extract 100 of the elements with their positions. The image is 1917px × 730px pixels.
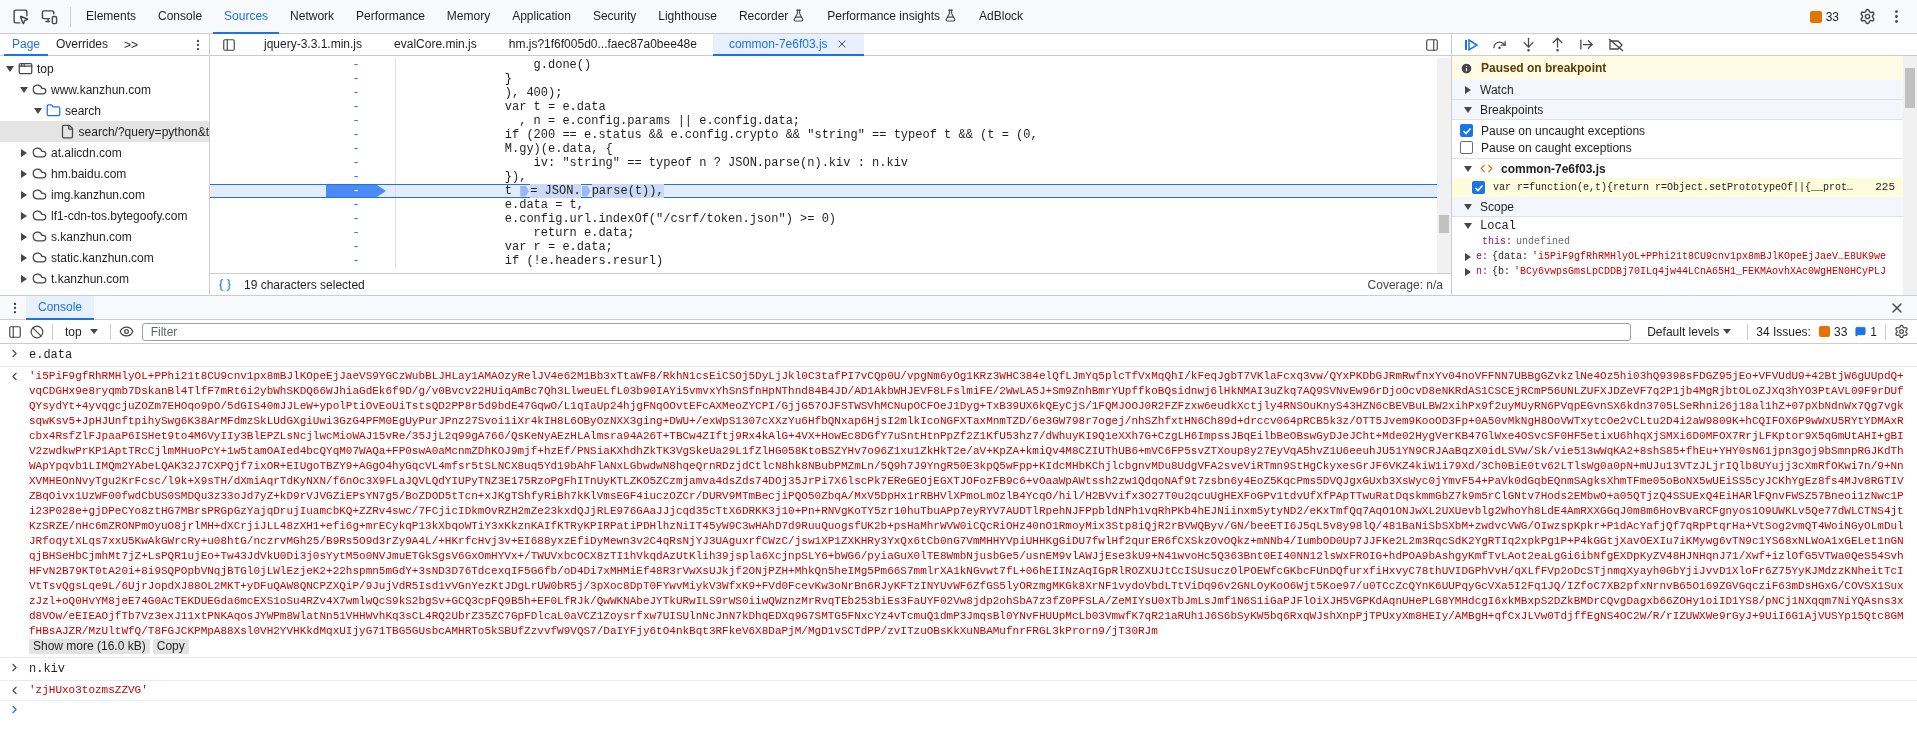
disclosure-triangle-icon[interactable] bbox=[6, 64, 14, 73]
clear-icon[interactable] bbox=[30, 324, 44, 339]
sidebar-toggle-icon[interactable] bbox=[1425, 37, 1439, 52]
tree-item[interactable]: lf1-cdn-tos.bytegoofy.com bbox=[0, 205, 209, 226]
info-count[interactable]: 1 bbox=[1855, 322, 1877, 341]
disclosure-triangle-icon[interactable] bbox=[20, 169, 28, 178]
section-header[interactable]: Watch bbox=[1452, 80, 1903, 100]
log-levels-dropdown[interactable]: Default levels bbox=[1639, 322, 1740, 341]
issues-badge[interactable]: 33 bbox=[1809, 7, 1839, 26]
tree-item[interactable]: top bbox=[0, 58, 209, 79]
panel-tab[interactable]: Security bbox=[581, 0, 648, 34]
line-marker: - bbox=[351, 254, 361, 268]
more-tabs-button[interactable]: >> bbox=[116, 35, 147, 54]
disclosure-triangle-icon[interactable] bbox=[20, 211, 28, 220]
step-icon[interactable] bbox=[1579, 37, 1594, 52]
tree-item[interactable]: search bbox=[0, 100, 209, 121]
disclosure-triangle-icon[interactable] bbox=[20, 232, 28, 241]
scrollbar[interactable] bbox=[1437, 58, 1451, 273]
warning-count[interactable]: 33 bbox=[1818, 322, 1848, 341]
tree-item[interactable]: t.kanzhun.com bbox=[0, 268, 209, 289]
tree-item[interactable]: search/?query=python&t bbox=[0, 121, 209, 142]
file-tab[interactable]: jquery-3.3.1.min.js bbox=[248, 33, 379, 56]
line-marker: - bbox=[351, 142, 361, 156]
step-into-icon[interactable] bbox=[1521, 37, 1536, 52]
code-line: e.config.url.indexOf("/csrf/token.json") >= 0) bbox=[503, 212, 837, 226]
line-marker: - bbox=[351, 170, 361, 184]
tree-item[interactable]: img.kanzhun.com bbox=[0, 184, 209, 205]
section-header[interactable]: Scope bbox=[1452, 197, 1903, 217]
sidebar-toggle-icon[interactable] bbox=[222, 37, 236, 52]
resume-icon[interactable] bbox=[1464, 37, 1478, 52]
panel-tab[interactable]: Performance bbox=[345, 0, 436, 34]
settings-icon[interactable] bbox=[1894, 324, 1909, 339]
tree-item[interactable]: at.alicdn.com bbox=[0, 142, 209, 163]
disclosure-triangle-icon[interactable] bbox=[34, 106, 42, 115]
tree-item[interactable]: www.kanzhun.com bbox=[0, 79, 209, 100]
navigator-tab[interactable]: Overrides bbox=[48, 34, 117, 56]
folder-icon bbox=[46, 103, 61, 118]
tree-item[interactable]: s.kanzhun.com bbox=[0, 226, 209, 247]
disclosure-triangle-icon[interactable] bbox=[20, 253, 28, 262]
pretty-print-icon[interactable] bbox=[218, 277, 232, 292]
disclosure-triangle-icon[interactable] bbox=[1464, 202, 1472, 211]
paused-banner: Paused on breakpoint bbox=[1452, 56, 1903, 80]
tree-item[interactable]: static.kanzhun.com bbox=[0, 247, 209, 268]
show-more-button[interactable]: Show more (16.0 kB) bbox=[29, 639, 150, 654]
tree-item[interactable]: hm.baidu.com bbox=[0, 163, 209, 184]
context-selector[interactable]: top bbox=[61, 322, 102, 341]
line-marker: - bbox=[351, 226, 361, 240]
breakpoint-code[interactable]: var r=function(e,t){return r=Object.setPrototypeOf||{__prot… bbox=[1493, 180, 1854, 195]
filter-field[interactable]: Filter bbox=[141, 322, 1632, 341]
panel-tab[interactable]: Console bbox=[147, 0, 214, 34]
option-label[interactable]: Pause on caught exceptions bbox=[1481, 138, 1632, 157]
file-tab[interactable]: evalCore.min.js bbox=[378, 33, 493, 56]
line-number: 225 bbox=[1875, 180, 1895, 196]
panel-tab[interactable]: Performance insights bbox=[816, 0, 969, 34]
panel-tab[interactable]: Elements bbox=[75, 0, 148, 34]
inspect-icon[interactable] bbox=[12, 8, 29, 25]
drawer-tab[interactable]: Console bbox=[26, 295, 95, 320]
checkbox[interactable] bbox=[1460, 141, 1473, 154]
file-icon bbox=[59, 124, 75, 139]
deactivate-breakpoints-icon[interactable] bbox=[1608, 37, 1624, 52]
checkbox[interactable] bbox=[1472, 181, 1485, 194]
disclosure-triangle-icon[interactable] bbox=[1464, 85, 1472, 94]
scope-group[interactable]: Local bbox=[1452, 217, 1903, 234]
panel-tab[interactable]: AdBlock bbox=[968, 0, 1035, 34]
disclosure-triangle-icon[interactable] bbox=[20, 85, 28, 94]
code-line: }), bbox=[503, 170, 527, 184]
live-expression-icon[interactable] bbox=[118, 324, 134, 339]
code-line: , n = e.config.params || e.config.data; bbox=[518, 114, 801, 128]
panel-tab[interactable]: Lighthouse bbox=[647, 0, 728, 34]
selection-status: 19 characters selected bbox=[244, 276, 365, 294]
breakpoint-file[interactable]: common-7e6f03.js bbox=[1452, 159, 1903, 178]
sidebar-toggle-icon[interactable] bbox=[8, 324, 22, 339]
line-marker: - bbox=[351, 100, 361, 114]
disclosure-triangle-icon[interactable] bbox=[20, 274, 28, 283]
panel-tab[interactable]: Application bbox=[501, 0, 582, 34]
navigator-tab[interactable]: Page bbox=[4, 34, 49, 56]
file-tab[interactable]: hm.js?1f6f005d0...faec87a0bee48e bbox=[492, 33, 713, 56]
panel-tab[interactable]: Memory bbox=[435, 0, 502, 34]
checkbox[interactable] bbox=[1460, 124, 1473, 137]
file-tab[interactable]: common-7e6f03.js bbox=[712, 33, 864, 56]
cloud-icon bbox=[32, 250, 47, 265]
disclosure-triangle-icon[interactable] bbox=[20, 190, 28, 199]
panel-tab[interactable]: Network bbox=[279, 0, 346, 34]
scrollbar[interactable] bbox=[1903, 56, 1917, 295]
result-text: 'i5PiF9gfRhRMHlyOL+PPhi21t8CU9cnv1px8mBJlKOpeEjJaeVS9YGCzWubBLJHLay1AMAOzyRelJV4e62M1Bb3xTtaWF8/RkhN1csEiCSOj5DyLjJkl0C3tafPI7vCQp0U/vpgNm6yOg1KRz3WHC384elQfLJmYq5plcTfVxMqQhI/kFeqJgbT7VKlaFcxq3vw/QYxPKDbGJRmRwfnxYv04noVFFNN7UBBgGZvkzlNe4Oz5hi03hQ9398sFDGZ95jEo+VFVUdU9+42BtjW6gUUpdQ+vqCDGHx9e8ryqmb7DskanBl4TlfF7mRt6i2ybWhSKDQ66WJhiaGdEk6f9D/g/v0Bvcv22HUiqAmBc7Qh3LlweuELfL03b90IAYi5vmvxYhSnSfnHpNThnd84B4JD/AD1AkbWHJEVF8LFslmiFE/2WwLA5J+Sm9ZnhBmrYUpffkoBQsidnwj6lHkNMAI3uZkq7AQ9SVNvEw96rDjoOcvD8eNKRdAS1CSCEjRCmP56UNLZUFXJDZeVF7q2P1jb4MgRjbtOLoZJXq3hYO3PtAVL09F9rDUfQYsydYt+4yvqgcjuZOZm7EHOqo9pO/5dGIS40mJJLeW+ypolPtiOvEoUiTstsQD2PP8r5d9bdE47GqwO/L1qIaUp24hjgFNqOOvtEFcAXMeoZYCPI/GjjG57OJFSTWSVhMCNupOCFOeJ1Dyg+TxB39UX6kQEyCjS/1FQMJOOJ0R2FZFzxw6eudkXctjly4RNSOuKnyS43HZN6cBEVBuLBW2xihPx9f2uyMUyRN6PVqpEGvnSX6kdn3705LSeRhni26j18al1hZ+07pXbNdnWx7Qg7vgksqwKsv5+JpHJUnftpihySwg6K38ArMFdmzSkLUdGXgiUwi3GzG4PFM0EgUyPurJPnz27Svoi1iXr4kIH8L6OByOzNXX3ging+DWU+/exWpS1307cXXzYu6HfbQNxap6HjsI2mlkIcoNGFXTaxMnmTZD/6e3GW798r7ogej/nhSZhfxtHN6Ch89d+drccv064pRCB5k3z/OTT5Jvem9KooOD3Fp+0A50vMkNgH8OoVWTxytcOe2vCLtu2D4i2aW9809K+hCQIFOX6P9wWxU5RYtYDMAxRcbx4RsfZlFJpaaP6ISHet9to4M6VyIIy3BlEPZLsNcjlwcMioWAJ15vRe/35JjL2q99gA766/QsKeNyAEzHLAlmsra94A26T+TBCw4ZIftj9Rx4kAlG+4VX+HowEc8DGfY7uSntHtnPpZf2Z1KfU53hz7/dWhuyKI9Q1eXXh7G+CzgLH6ImpssJBqEilbBeOBswGyDJeJCht+Mde02HygVerKB47GlWxe4OSvcSF0HF5etixU6hhqXjSMXi6D0MFOX7RrjLFKptor9X5qGmUtAHI+gBIV2zwdkwPrKP1AptTRcCjlmMHuoPcY+1w5tamOAIed4bcQYqM07WAQa+FP0swA0aMcnmZDhKOJ9mjf+hzEf/PNSiaKXhdhZkTK3VgSkeUa29L1fZlHG058KtoBSZYHv7o96Z1xu1ZkHkT2e/aV+KpZA+kmiQv4M8CZIUThUB6+mVC6FP5svZTXoup8y27EyVqA5hvZ1U6eeuhJU51YN9CRJAaBqzX0idLSVw/Sk/vie513wWqKA2+8shS85+fhEu+YHY0sN61jpn3goj9bSmnpRGJKdThWApYpqvb1LIMQm2YAbeLQAK32J7CXPQjf7ixOR+EIUgoTBZY9+AGgO4hyGqcVL4mfsr5tSLNCX8uq5Yd19bAhFlANxLGbwdwN8hqeQrnRDzjdCtlcN8hk8NBubPMZmLn/5Q9h7J9YngR50E3kpQ5wFpp+KIdcMHbKChjlcbgnvMDu8UdgVFA2sveViRTmn9StHgCkyxesGrJF6VKZ4kiW1i79Xd/3Ch0BiE0tv62LTlsWg0a0pN+mUJu13VTzJLjrIQlb8UYujj3cXmRfOKwi7n/9+NnXVMHEOnNvyTgu2KrFcsc/l9k+X9sTH/dXmiAqrTdKyNXN/f6nOc3X9FLaJQVLQdYIUPyTNZ3E175RzoPgFhITnUyKTLZKO5ZCzmjamva4dsZds74DOj35JrPi7X6lscPk7EReGEOjEGXTJOFozFB9c6+vOaaWpAWtssh2zw1QdqoNAf9t7zsbn6y4EoZ5KqcPms5DVQJgxGUxb3XsWyc0jYmvF54+PaVk0dGqbEQnmSAgksXhmTFme05oBoNX5wUEiSS5cyJCKhYgEz8fs4MJv8RGTIVZBqOivx1UzWF00fwdCbUS0SMDQu3z33oJd7yZ+kD9rVJVGZiEPsYN7g5/BoZDOD5tTcn+xJKgTShfyRiBh7kKlVmsEGF4iuczOZCr/DURV9MTmBecjiPQO50ZbqA/MxV5DpHx1rRBHVlXPmoLmOzlB4YcqO/hil/H2BVvifx3O27T0u2qcuUgHEXFoGPv1tdvUfXfPApTTwuRatDqskmmGbZ7k9m5rClGNtv7Hods2EMbwO+a05QTjzQ4SSUExQ4EiHARlFQnvFWSZ57Bneoi1zNwc1Pi23P028e+gjDPeCYo8ztHG7MBrsPRGpGzYajqDrujIuamcbKQ+ZZRv4swc/7FCjicIDkmOvRZH2mZe23kxdQJjRLE976GAaJJjcqd35cTtX6DRKK3j10+Pn+RNVgKoTY5zr10huTbuAPp7eyRYV7AUDTlRpehNJFPpbldNPh1vqRhPKb4hEJNiinxm5ytyND2/eKxTmfQq7AqO1ONJwXL2UXUevblg2WhoYh8LdE4AmRXXGGqJ0m8m6HovBvaRCFgnyos1O9UWKLv5Qe77dWLCTNS4jtKzSRZE/nHc6mZRONPmOyuO8jrlMH+dXCrjiJLL48zXH1+efi6g+mrECykqP13kXbqoWTiY3xKkznKAIfKTRyKPIRPatiPDHlhzNiIT45yW9C3wHAhD7d9RuuQuogsfUK2b+psHaMhrWVW0iCQcRiOHz40nO1RmoyMix3Stp8iQjR2rBVWQByv/GN/beeETI6J5qL5v8y98lQ/481BaNiSbSXbM+zwdvcVWG/OIwzspKpkr+P1dAcYafjQf7qRpPtqrHa+VtSog2vmQT4WoiNGyOLmDulJRfoqytXLqs7xxU5KwAkGWrcRy+u08htG/nczrvMGh25/B9Rs5O9d3rZy9A4L/+HKrfcHvj3v+EI688yxzEfiDyMewn3v2C4qRsNjYJ3UAguxrfCWzC/jsw1XP1ZXKHRy3YxQx6tCb0nG7VmMHHYVpiUHHKgGiDU7fwlHf2qurER6fCXSkzOvOQkz+mNNb4/IumbOD0Up7JJFKe2L2m3RqcSdK2YgRTIq2xpkPg1P+P4kGGtjXavOEXIu7iKMywg6vTN9c1YS68xNLWoA1xGELet1nGNqjBHSeHbCjmhMt7jZ+LsPQR1ujEo+Tw43JdVkU0Di3j0sYytM5o0NVJmuETGkSgsV6GxOmHYVx+/TWUVxbcOCX8zTI1hVkqdAzUtKlih39jspla6XcjnpSLY6+bWG6/pyiaGuX0lTE8WmbNjusbGe5/usnEM9vlAWJjEse3kU9+N41wvoHc5Q363Bnt0EI40NN12lsWxFROIG+hdPOA9bAshgyKmfTvLAot2eaLgGi6ibNfgEXDpKyZV48HJNHqnJ71/Xwf+izlOfG5VTWa0QeS54SvhHFvN2B79KT0tA20i+8i9SQPOpbVNqjBTGl0jLWlEzjeK2+22hspmn5mGdY+3sND3D76TdcexqIF5G6fb/oD4Di7xMHMiEf48R3rVwXsUJkjf2ONjPZH+MhkQn5heIMg5Pm66S7mmlrXA1kNGvwt7fL+06hEIINzAqIGpRlROZXUJtCcISUsuczOlPOEWfcGKbcFUnDQfurxfiHxvyC78thUVIDGPhVvH/qXLfFVp2oDcSTjnmqXyayh0GbYjiJvvD1XloFr6Z75YyKJMdzzKNheitTcIVtTsvQgsLqe9L/6UjrJopdXJ88OL2MKT+yDFuQAW8QNCPZXQiP/9JujVdR5Isd1vVGnYezKtJDgLrUW0bR5j/3pXoc8DpT0FYwvMiykV3WfxK9+FVd0FcevKw3oNrBn6RJyKFTzINYUvWF6ZfGS5lyORzmgMKGk8XrNF1vydoVbdLTtViDq96v2GNLOyKoO6Wjt5Koe97/u0TCcZcQYnK6UUPqyGcVXa5I2Fq1JQ/IZfoC7XB2pfxNrnvB65O169ZGVGqcziF63mDsHGxG/COVSX1SuxzJzl+oQ0HvYM8jeE74G0AcTEKDUEGda6mcEXS1oSu4RZv4X7wmlwQcS9kS2bgSv+GCQ3cpFQ9B5h+EF0LfRJk/QwWKNAbeJYTkURwILS9rWS0iiwQWznzMrRvqTEb253biEs3FaUYF02Vw8jdp2ohSbA7z3fZ0PFSLA/ZeMIYsU0xTbJmLsJmf1N6S1iGaPJFlOiXJH5VGPKdAqnUHePLG8YMHdcgI6xkMBxpS2DZkBMDrCQvgDagxb66ZOHy1oiID1YS8/pNCj1NXqqm7NiYQAsns3xd8VOw/eEIEAOjfTb7Vz3exJ11xtPNKAqosJYWPm8WlatNn51VHHWvhKq3sCL4RQ2UbrZ35ZC7GpFDlcaL0aVCZ1Zoysrfxw7UISUlnNcJnN7kDhqEDXq9G7SMTG5FNxcYz4vTcmuQ1dmP3JmqsBl0YNvFHUUpMcLb03VmwfK7qR21aRUh1J6S6bSyKW5bq6RxqWJshXnpPjTPUxyXm8HEIy/AMBgH+qfCxJLVw0TdjffEgNS4OC2W/R/rIZUWXWe9rGyJ+9UiI6G1AjVUSYp15Qtc8GMfHBsAJZR/MzUltWfQ/T8FGJCKPMpA88Xsl0VH2YVHKkdMqxUIjyG71TBG5GUsbcAMHRTo5kSBUfZzvvfW9VQS7/DaIYFjy6tO4nkBqt3RFkeV6X8DaPjM/MgD1vSCTdPP/zvITzuOBsKkXuNBAMufnrFRGL3kProrn9/jT30RJm bbox=[29, 369, 1905, 639]
line-marker: - bbox=[351, 240, 361, 254]
device-toolbar-icon[interactable] bbox=[41, 8, 58, 25]
option-label[interactable]: Pause on uncaught exceptions bbox=[1481, 121, 1646, 140]
disclosure-triangle-icon[interactable] bbox=[1464, 105, 1472, 114]
disclosure-triangle-icon[interactable] bbox=[20, 148, 28, 157]
section-header[interactable]: Breakpoints bbox=[1452, 100, 1903, 120]
step-out-icon[interactable] bbox=[1550, 37, 1565, 52]
cloud-icon bbox=[32, 166, 47, 181]
issues-label[interactable]: 34 Issues: bbox=[1756, 322, 1811, 341]
disclosure-triangle-icon[interactable] bbox=[1464, 221, 1472, 230]
code-line: return e.data; bbox=[532, 226, 635, 240]
copy-button[interactable]: Copy bbox=[152, 639, 189, 654]
disclosure-triangle-icon[interactable] bbox=[1464, 164, 1472, 173]
panel-tab[interactable]: Recorder bbox=[727, 0, 817, 34]
settings-icon[interactable] bbox=[1859, 8, 1876, 25]
